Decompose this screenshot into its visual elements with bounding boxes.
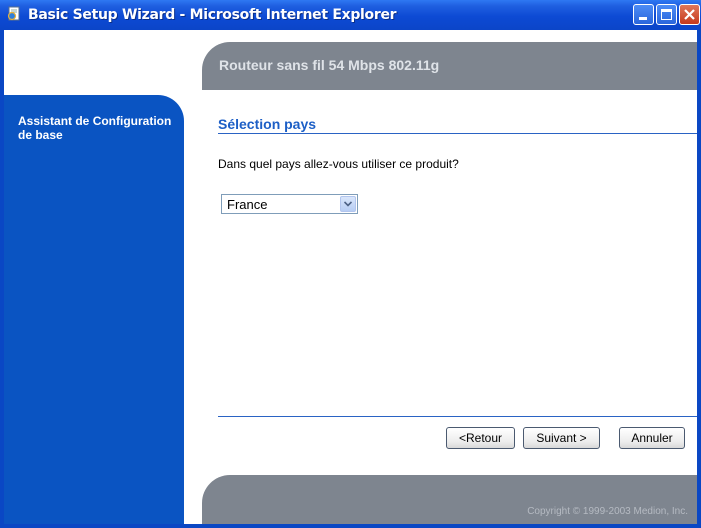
window-frame-right [697,30,701,528]
sidebar-title: Assistant de Configuration de base [18,114,172,142]
minimize-icon [639,17,647,20]
copyright-text: Copyright © 1999-2003 Medion, Inc. [527,506,688,517]
window-title: Basic Setup Wizard - Microsoft Internet … [28,7,397,23]
ie-page-icon [7,6,20,21]
country-question: Dans quel pays allez-vous utiliser ce pr… [218,157,459,171]
footer-band: Copyright © 1999-2003 Medion, Inc. [202,475,697,524]
chevron-down-icon [344,201,352,207]
close-icon [684,9,695,20]
cancel-button[interactable]: Annuler [619,427,685,449]
maximize-icon [661,9,672,20]
next-button[interactable]: Suivant > [523,427,600,449]
section-divider [218,133,697,134]
section-title: Sélection pays [218,116,317,132]
window-frame-bottom [0,524,701,528]
page-content: Routeur sans fil 54 Mbps 802.11g Assista… [4,30,697,524]
sidebar: Assistant de Configuration de base [4,95,184,524]
country-select-value: France [227,197,268,212]
maximize-button[interactable] [656,4,677,25]
close-button[interactable] [679,4,700,25]
title-bar[interactable]: Basic Setup Wizard - Microsoft Internet … [0,0,701,30]
back-button[interactable]: <Retour [446,427,515,449]
browser-window: Basic Setup Wizard - Microsoft Internet … [0,0,701,528]
footer-divider [218,416,697,417]
dropdown-arrow-button[interactable] [340,196,356,212]
header-band: Routeur sans fil 54 Mbps 802.11g [202,42,697,90]
country-select[interactable]: France [221,194,358,214]
product-title: Routeur sans fil 54 Mbps 802.11g [219,57,440,73]
minimize-button[interactable] [633,4,654,25]
